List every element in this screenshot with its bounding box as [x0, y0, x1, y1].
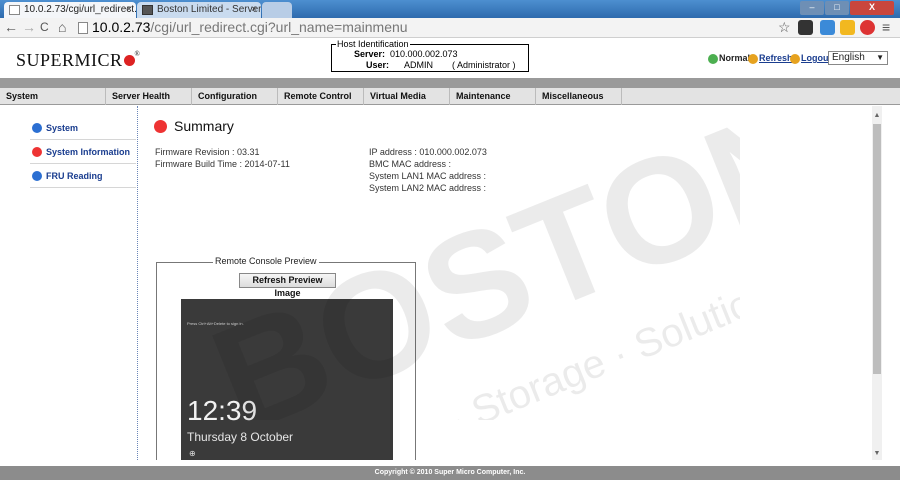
sidebar-item-system[interactable]: System	[30, 116, 136, 140]
sidebar: System System Information FRU Reading	[0, 106, 138, 460]
refresh-preview-button[interactable]: Refresh Preview Image	[239, 273, 336, 298]
star-icon[interactable]: ☆	[778, 19, 791, 36]
ipmi-header: SUPERMICR ® Host Identification Server: 0…	[0, 38, 900, 78]
menu-icon[interactable]: ≡	[882, 19, 890, 36]
lock-screen-date: Thursday 8 October	[187, 430, 294, 444]
address-host: 10.0.2.73	[92, 19, 151, 35]
firmware-build-time: Firmware Build Time : 2014-07-11	[155, 159, 290, 169]
forward-icon[interactable]: →	[22, 19, 36, 36]
browser-tab-active[interactable]: 10.0.2.73/cgi/url_redirect.c ×	[4, 2, 136, 18]
nav-miscellaneous[interactable]: Miscellaneous	[536, 88, 622, 105]
content-scrollbar[interactable]: ▲ ▼	[872, 106, 882, 460]
server-label: Server:	[354, 49, 386, 59]
main-nav: System Server Health Configuration Remot…	[0, 88, 900, 105]
host-identification-legend: Host Identification	[336, 39, 410, 49]
scrollbar-thumb[interactable]	[873, 124, 881, 374]
refresh-control[interactable]: Refresh	[748, 53, 793, 64]
nav-server-health[interactable]: Server Health	[106, 88, 192, 105]
scroll-down-icon[interactable]: ▼	[872, 450, 882, 460]
arrow-circle-icon	[32, 123, 42, 133]
tab-close-icon[interactable]: ×	[251, 2, 257, 17]
arrow-circle-icon	[32, 171, 42, 181]
scroll-up-icon[interactable]: ▲	[872, 112, 882, 122]
chevron-down-icon: ▼	[876, 53, 884, 62]
nav-system[interactable]: System	[0, 88, 106, 105]
user-label: User:	[366, 60, 390, 70]
tab-close-icon[interactable]: ×	[126, 2, 132, 17]
extension-icon[interactable]	[820, 20, 835, 35]
server-icon	[142, 5, 153, 15]
extension-icon[interactable]	[840, 20, 855, 35]
bmc-mac-address: BMC MAC address :	[369, 159, 452, 169]
language-value: English	[832, 52, 865, 63]
window-minimize-button[interactable]: –	[800, 1, 824, 15]
arrow-circle-icon	[154, 120, 167, 133]
server-value: 010.000.002.073	[390, 49, 458, 59]
extension-icon[interactable]	[798, 20, 813, 35]
page-title: Summary	[154, 118, 234, 134]
logout-icon	[790, 53, 800, 64]
footer: Copyright © 2010 Super Micro Computer, I…	[0, 466, 900, 480]
firmware-revision: Firmware Revision : 03.31	[155, 147, 260, 157]
lan1-mac-address: System LAN1 MAC address :	[369, 171, 487, 181]
user-role: ( Administrator )	[452, 60, 516, 70]
status-normal: Normal	[719, 53, 751, 63]
page-title-text: Summary	[174, 118, 234, 134]
reload-icon[interactable]: C	[40, 19, 49, 36]
preview-legend: Remote Console Preview	[213, 256, 319, 266]
tab-title: Boston Limited - Server, S	[157, 4, 261, 15]
page-icon	[9, 5, 20, 15]
logout-link[interactable]: Logout	[801, 53, 832, 63]
tab-title: 10.0.2.73/cgi/url_redirect.c	[24, 4, 136, 15]
status-indicator: Normal	[708, 53, 750, 64]
window-maximize-button[interactable]: □	[825, 1, 849, 15]
back-icon[interactable]: ←	[4, 19, 18, 36]
sidebar-item-label: System Information	[46, 147, 131, 157]
nav-remote-control[interactable]: Remote Control	[278, 88, 364, 105]
language-select[interactable]: English ▼	[828, 51, 888, 65]
extension-icon[interactable]	[860, 20, 875, 35]
sidebar-item-label: FRU Reading	[46, 171, 103, 181]
user-value: ADMIN	[404, 60, 433, 70]
sidebar-item-label: System	[46, 123, 79, 133]
arrow-circle-icon	[32, 147, 42, 157]
remote-console-preview: Remote Console Preview Refresh Preview I…	[156, 256, 416, 460]
address-path: /cgi/url_redirect.cgi?url_name=mainmenu	[150, 19, 408, 35]
header-divider	[0, 78, 900, 88]
copyright-text: Copyright © 2010 Super Micro Computer, I…	[374, 469, 526, 476]
logout-control[interactable]: Logout	[790, 53, 832, 64]
logo-trademark: ®	[134, 50, 141, 58]
firmware-info: Firmware Revision : 03.31 Firmware Build…	[155, 146, 290, 170]
browser-tab-boston[interactable]: Boston Limited - Server, S ×	[137, 2, 261, 18]
supermicro-logo: SUPERMICR ®	[16, 50, 140, 71]
logo-text: SUPERMICR	[16, 50, 123, 70]
browser-tab-strip: 10.0.2.73/cgi/url_redirect.c × Boston Li…	[0, 0, 900, 18]
sidebar-item-fru-reading[interactable]: FRU Reading	[30, 164, 136, 188]
network-info: IP address : 010.000.002.073 BMC MAC add…	[369, 146, 487, 194]
lan2-mac-address: System LAN2 MAC address :	[369, 183, 487, 193]
nav-virtual-media[interactable]: Virtual Media	[364, 88, 450, 105]
refresh-icon	[748, 53, 758, 64]
app-window: 10.0.2.73/cgi/url_redirect.c × Boston Li…	[0, 0, 900, 480]
ip-address: IP address : 010.000.002.073	[369, 147, 487, 157]
main-content: Summary Firmware Revision : 03.31 Firmwa…	[140, 106, 870, 460]
check-icon	[708, 53, 718, 64]
host-identification-box: Host Identification Server: 010.000.002.…	[331, 39, 529, 72]
window-close-button[interactable]: X	[850, 1, 894, 15]
network-icon: ⊕	[189, 449, 196, 458]
new-tab-button[interactable]	[262, 2, 292, 18]
console-screenshot[interactable]: Press Ctrl+Alt+Delete to sign in. 12:39 …	[181, 299, 393, 460]
lock-screen-time: 12:39	[187, 395, 258, 426]
lock-screen-hint: Press Ctrl+Alt+Delete to sign in.	[187, 321, 244, 326]
logo-dot-icon	[123, 55, 135, 66]
nav-maintenance[interactable]: Maintenance	[450, 88, 536, 105]
browser-toolbar: ← → C ⌂ 10.0.2.73/cgi/url_redirect.cgi?u…	[0, 18, 900, 38]
home-icon[interactable]: ⌂	[58, 19, 66, 36]
nav-configuration[interactable]: Configuration	[192, 88, 278, 105]
refresh-link[interactable]: Refresh	[759, 53, 793, 63]
address-bar[interactable]: 10.0.2.73/cgi/url_redirect.cgi?url_name=…	[76, 19, 816, 36]
sidebar-item-system-information[interactable]: System Information	[30, 140, 136, 164]
page-icon	[78, 22, 88, 34]
